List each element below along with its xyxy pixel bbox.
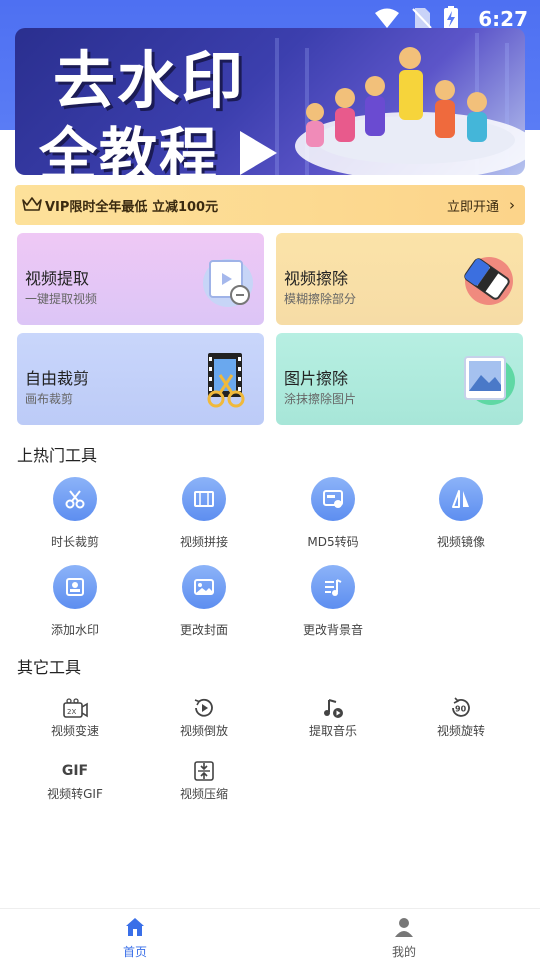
vip-promo-bar[interactable]: VIP限时全年最低 立减100元 立即开通 ›: [15, 185, 525, 225]
card-subtitle: 涂抹擦除图片: [284, 392, 357, 406]
card-title: 视频擦除: [284, 269, 349, 288]
tool-video-mirror[interactable]: 视频镜像: [406, 477, 516, 550]
card-image-erase[interactable]: 图片擦除 涂抹擦除图片: [276, 333, 523, 425]
film-icon: [182, 477, 226, 521]
wifi-icon: [375, 8, 399, 28]
scissors-icon: [53, 477, 97, 521]
watermark-icon: [53, 565, 97, 609]
tool-md5-transcode[interactable]: MD5转码: [278, 477, 388, 550]
other-tools-title: 其它工具: [17, 658, 82, 677]
tool-add-watermark[interactable]: 添加水印: [20, 565, 130, 638]
tool-change-bgm[interactable]: 更改背景音: [278, 565, 388, 638]
tool-label: 时长裁剪: [50, 535, 99, 549]
card-title: 自由裁剪: [25, 369, 90, 388]
tool-video-to-gif[interactable]: GIF 视频转GIF: [20, 759, 130, 802]
tool-label: 更改背景音: [302, 623, 363, 637]
rotate-glyph: 90: [455, 705, 467, 714]
tool-label: 提取音乐: [308, 724, 357, 738]
card-subtitle: 画布裁剪: [25, 392, 74, 406]
tool-label: 视频压缩: [179, 787, 228, 801]
no-sim-icon: [412, 8, 432, 29]
card-title: 视频提取: [25, 269, 90, 288]
tool-label: 视频变速: [50, 724, 99, 738]
rotate-90-icon: 90: [406, 696, 516, 720]
chevron-right-icon: ›: [509, 196, 515, 214]
md5-icon: [311, 477, 355, 521]
home-icon: [126, 918, 144, 936]
banner-title-line1: 去水印: [53, 44, 246, 117]
tool-label: 更改封面: [179, 623, 228, 637]
card-video-erase[interactable]: 视频擦除 模糊擦除部分: [276, 233, 523, 325]
tab-label: 首页: [122, 945, 147, 959]
compress-icon: [149, 759, 259, 783]
image-icon: [464, 356, 515, 405]
film-scissors-icon: [207, 353, 245, 408]
tool-video-join[interactable]: 视频拼接: [149, 477, 259, 550]
music-list-icon: [311, 565, 355, 609]
promo-banner[interactable]: 去水印 全教程: [15, 28, 525, 175]
mirror-icon: [439, 477, 483, 521]
tool-extract-music[interactable]: 提取音乐: [278, 696, 388, 739]
gif-icon: GIF: [20, 759, 130, 783]
card-title: 图片擦除: [284, 369, 349, 388]
eraser-icon: [464, 257, 513, 305]
hot-tools-title: 上热门工具: [17, 446, 98, 465]
user-icon: [395, 918, 413, 937]
music-note-icon: [278, 696, 388, 720]
tool-label: 视频镜像: [436, 535, 485, 549]
tab-mine[interactable]: 我的: [364, 917, 444, 960]
vip-open-button[interactable]: 立即开通: [447, 196, 499, 215]
speed-camera-icon: 2X: [20, 696, 130, 720]
video-link-icon: [203, 259, 253, 307]
tool-change-cover[interactable]: 更改封面: [149, 565, 259, 638]
tool-label: 视频拼接: [179, 535, 228, 549]
speed-glyph: 2X: [67, 708, 76, 716]
tool-label: MD5转码: [307, 535, 359, 549]
tool-video-speed[interactable]: 2X 视频变速: [20, 696, 130, 739]
tool-label: 视频转GIF: [47, 787, 103, 801]
tool-video-compress[interactable]: 视频压缩: [149, 759, 259, 802]
battery-charging-icon: [444, 6, 458, 30]
vip-promo-text: VIP限时全年最低 立减100元: [45, 200, 219, 215]
tool-label: 添加水印: [50, 623, 99, 637]
banner-title-line2: 全教程: [39, 121, 220, 175]
tool-video-reverse[interactable]: 视频倒放: [149, 696, 259, 739]
picture-icon: [182, 565, 226, 609]
reverse-play-icon: [149, 696, 259, 720]
bottom-tab-bar: 首页 我的: [0, 908, 540, 960]
card-subtitle: 一键提取视频: [25, 292, 98, 306]
status-icons: [374, 6, 458, 30]
tool-label: 视频旋转: [436, 724, 485, 738]
card-free-crop[interactable]: 自由裁剪 画布裁剪: [17, 333, 264, 425]
crown-icon: [22, 197, 42, 211]
tool-duration-crop[interactable]: 时长裁剪: [20, 477, 130, 550]
tab-label: 我的: [391, 945, 416, 959]
tool-video-rotate[interactable]: 90 视频旋转: [406, 696, 516, 739]
tab-home[interactable]: 首页: [95, 917, 175, 960]
tool-label: 视频倒放: [179, 724, 228, 738]
card-video-extract[interactable]: 视频提取 一键提取视频: [17, 233, 264, 325]
card-subtitle: 模糊擦除部分: [284, 292, 357, 306]
gif-glyph: GIF: [61, 763, 89, 779]
